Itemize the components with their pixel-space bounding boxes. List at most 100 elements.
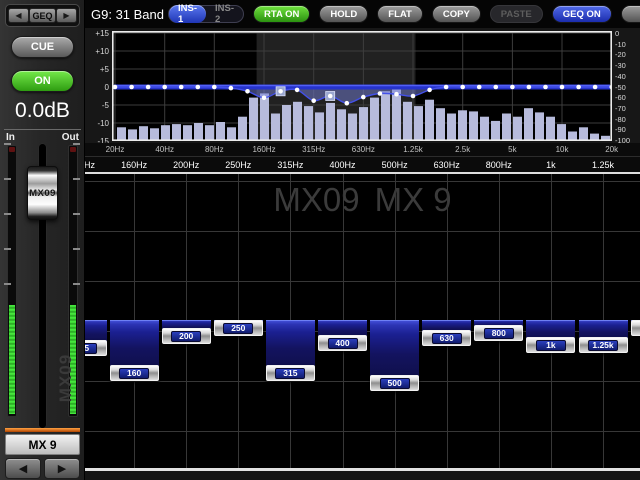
input-meter-level — [9, 305, 15, 414]
sidebar-divider — [4, 129, 81, 130]
geq-nav-label[interactable]: GEQ — [29, 8, 56, 23]
geq-band-cap-200[interactable]: 200 — [162, 328, 211, 344]
geq-band-cap-250[interactable]: 250 — [214, 320, 263, 336]
rta-level-tick-label: -60 — [615, 93, 626, 102]
geq-band-cap-400[interactable]: 400 — [318, 335, 367, 351]
band-strip-label: 630Hz — [425, 160, 469, 170]
right-arrow-icon: ▶ — [58, 462, 66, 475]
copy-button[interactable]: COPY — [432, 5, 481, 23]
on-button[interactable]: ON — [11, 70, 74, 92]
geq-on-button[interactable]: GEQ ON — [552, 5, 612, 23]
geq-band-block-160 — [110, 320, 159, 369]
freq-axis-label: 20Hz — [93, 145, 137, 154]
freq-axis-label: 40Hz — [143, 145, 187, 154]
freq-axis-row: 20Hz40Hz80Hz160Hz315Hz630Hz1.25k2.5k5k10… — [85, 143, 640, 156]
page-title: G9: 31 Band — [91, 7, 164, 22]
fader-grid-hline — [85, 181, 640, 182]
freq-axis-label: 10k — [540, 145, 584, 154]
geq-band-cap-label: 315 — [275, 368, 305, 379]
geq-band-cap-160[interactable]: 160 — [110, 365, 159, 381]
geq-nav-next-button[interactable]: ▶ — [56, 8, 77, 23]
fader-grid-hline — [85, 231, 640, 232]
mixer-watermark: MX09 MX 9 — [85, 181, 640, 219]
fader-ticks-right — [73, 143, 80, 288]
band-strip-label: 500Hz — [373, 160, 417, 170]
channel-fader-knob[interactable]: MX09 — [27, 166, 58, 220]
band-strip-label: 125Hz — [85, 160, 104, 170]
geq-band-block-315 — [266, 320, 315, 369]
band-strip-label: 1k — [529, 160, 573, 170]
paste-button[interactable]: PASTE — [490, 5, 543, 23]
prev-channel-button[interactable]: ◀ — [5, 458, 41, 479]
rta-level-tick-label: -10 — [615, 40, 626, 49]
geq-band-cap-315[interactable]: 315 — [266, 365, 315, 381]
band-strip-label: 200Hz — [164, 160, 208, 170]
band-strip-label: 1.25k — [581, 160, 625, 170]
left-arrow-icon: ◀ — [19, 462, 27, 475]
band-strip-label: 315Hz — [268, 160, 312, 170]
geq-band-block-500 — [370, 320, 419, 379]
geq-band-cap-label: 125 — [85, 343, 97, 354]
geq-band-cap-630[interactable]: 630 — [422, 330, 471, 346]
geq-band-cap-125[interactable]: 125 — [85, 340, 107, 356]
in-label: In — [6, 132, 15, 143]
freq-axis-label: 80Hz — [192, 145, 236, 154]
geq-band-cap-1.6k[interactable]: 1.6k — [631, 320, 640, 336]
band-strip-label: 400Hz — [321, 160, 365, 170]
geq-band-cap-label: 200 — [171, 331, 201, 342]
flat-button[interactable]: FLAT — [377, 5, 423, 23]
geq-nav-prev-button[interactable]: ◀ — [8, 8, 29, 23]
eq-gain-tick-label: +15 — [85, 29, 109, 38]
hold-button[interactable]: HOLD — [319, 5, 368, 23]
cue-button[interactable]: CUE — [11, 36, 74, 58]
geq-band-cap-label: 1.25k — [588, 340, 618, 351]
mixer-button[interactable]: MIXER — [621, 5, 640, 23]
fader-grid-hline — [85, 431, 640, 432]
eq-curve-graph[interactable] — [112, 31, 612, 141]
fader-grid-hline — [85, 281, 640, 282]
freq-axis-label: 20k — [590, 145, 634, 154]
tab-ins-1[interactable]: INS-1 — [169, 5, 206, 23]
geq-band-cap-1.25k[interactable]: 1.25k — [579, 337, 628, 353]
channel-name-label: MX 9 — [5, 434, 80, 455]
geq-band-cap-label: 1k — [536, 340, 566, 351]
eq-gain-tick-label: +10 — [85, 47, 109, 56]
geq-band-cap-label: 500 — [380, 378, 410, 389]
fader-knob-label: MX09 — [29, 188, 56, 199]
eq-gain-tick-label: -5 — [85, 101, 109, 110]
mixer-watermark-right: MX 9 — [375, 181, 452, 219]
geq-band-cap-500[interactable]: 500 — [370, 375, 419, 391]
out-label: Out — [62, 132, 79, 143]
geq-band-cap-label: 630 — [432, 333, 462, 344]
fader-grid-hline — [85, 381, 640, 382]
freq-axis-label: 630Hz — [341, 145, 385, 154]
tab-ins-2[interactable]: INS-2 — [206, 5, 243, 23]
band-strip-label: 1.6k — [633, 160, 640, 170]
rta-level-tick-label: -50 — [615, 83, 626, 92]
rta-level-tick-label: -40 — [615, 72, 626, 81]
eq-gain-tick-label: -10 — [85, 119, 109, 128]
freq-axis-label: 160Hz — [242, 145, 286, 154]
ins-segmented-control: INS-1 INS-2 — [168, 5, 244, 23]
geq-band-cap-800[interactable]: 800 — [474, 325, 523, 341]
right-arrow-icon: ▶ — [63, 11, 69, 20]
geq-band-cap-1k[interactable]: 1k — [526, 337, 575, 353]
channel-watermark: MX09 — [56, 330, 76, 426]
band-strip-label: 800Hz — [477, 160, 521, 170]
channel-fader-track[interactable]: MX09 — [27, 140, 58, 432]
geq-band-cap-label: 250 — [223, 323, 253, 334]
rta-on-button[interactable]: RTA ON — [253, 5, 310, 23]
band-strip-label: 250Hz — [216, 160, 260, 170]
next-channel-button[interactable]: ▶ — [44, 458, 80, 479]
rta-graph-panel: +15+10+50-5-10-15 0-10-20-30-40-50-60-70… — [85, 28, 640, 172]
band-strip-label: 160Hz — [112, 160, 156, 170]
rta-level-tick-label: 0 — [615, 29, 619, 38]
left-arrow-icon: ◀ — [15, 11, 21, 20]
bottom-fill — [85, 471, 640, 480]
rta-level-tick-label: -90 — [615, 125, 626, 134]
band-freq-strip: 125Hz 160Hz 200Hz 250Hz 315Hz 400Hz 500Hz 630Hz… — [85, 156, 640, 172]
geq-fader-panel: MX09 MX 9 125 160 200 250 315 400 500 630 800 1k 1… — [85, 172, 640, 480]
rta-level-tick-label: -30 — [615, 61, 626, 70]
eq-gain-tick-label: +5 — [85, 65, 109, 74]
geq-type-nav: ◀ GEQ ▶ — [5, 4, 80, 27]
